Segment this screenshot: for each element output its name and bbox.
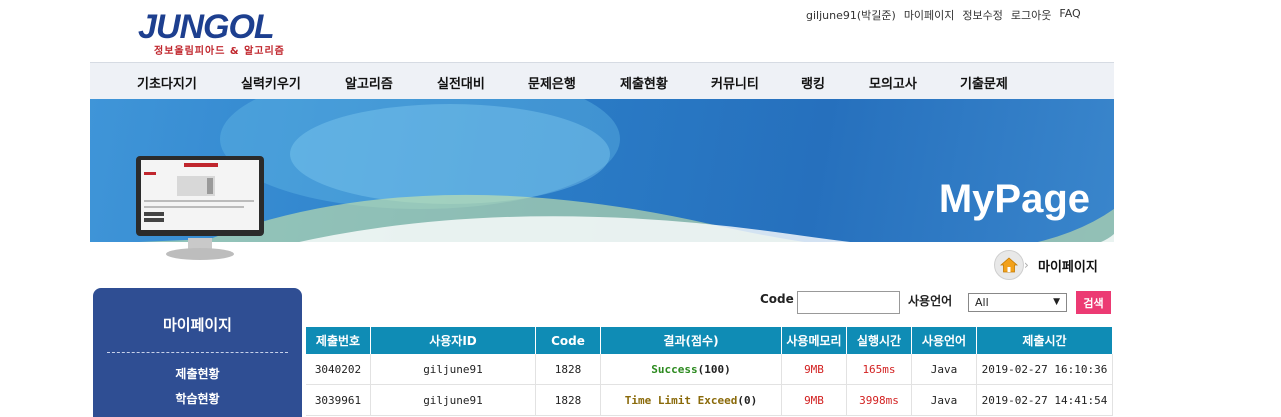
breadcrumb-current: 마이페이지 — [1038, 259, 1098, 275]
user-id[interactable]: giljune91 — [370, 384, 536, 416]
menu-algorithm[interactable]: 알고리즘 — [345, 73, 393, 92]
submission-time: 2019-02-27 14:41:54 — [976, 384, 1113, 416]
menu-basics[interactable]: 기초다지기 — [137, 73, 197, 92]
column-header: Code — [535, 327, 601, 354]
language-label: 사용언어 — [908, 294, 953, 308]
menu-practice[interactable]: 실전대비 — [437, 73, 485, 92]
language-select-value: All — [975, 296, 989, 309]
table-header-row: 제출번호 사용자ID Code 결과(점수) 사용메모리 실행시간 사용언어 제… — [306, 327, 1113, 354]
logout-link[interactable]: 로그아웃 — [1011, 7, 1051, 23]
language: Java — [911, 354, 977, 385]
problem-code[interactable]: 1828 — [535, 384, 601, 416]
search-button[interactable]: 검색 — [1076, 291, 1111, 314]
run-time: 3998ms — [846, 384, 912, 416]
user-name-link[interactable]: giljune91(박길준) — [806, 7, 896, 23]
result-score: (100) — [697, 362, 731, 376]
result-cell[interactable]: Time Limit Exceed(0) — [600, 384, 782, 416]
code-input[interactable] — [797, 291, 900, 314]
code-label: Code — [760, 292, 794, 306]
faq-link[interactable]: FAQ — [1059, 7, 1080, 23]
memory-used: 9MB — [781, 354, 847, 385]
logo-subtitle: 정보올림피아드 & 알고리즘 — [154, 46, 285, 57]
breadcrumb: › 마이페이지 — [994, 250, 1098, 280]
banner-title: MyPage — [938, 177, 1090, 221]
table-row[interactable]: 3040202 giljune91 1828 Success(100) 9MB … — [306, 354, 1113, 385]
top-navigation: giljune91(박길준) 마이페이지 정보수정 로그아웃 FAQ — [806, 7, 1081, 23]
menu-problem-bank[interactable]: 문제은행 — [528, 73, 576, 92]
submissions-table: 제출번호 사용자ID Code 결과(점수) 사용메모리 실행시간 사용언어 제… — [306, 327, 1113, 416]
sidebar: 마이페이지 제출현황 학습현황 — [93, 288, 302, 417]
edit-info-link[interactable]: 정보수정 — [962, 7, 1002, 23]
result-cell[interactable]: Success(100) — [600, 354, 782, 385]
column-header: 사용메모리 — [781, 327, 847, 354]
chevron-right-icon: › — [1024, 258, 1029, 272]
submission-id[interactable]: 3040202 — [306, 354, 371, 385]
sidebar-item-learning[interactable]: 학습현황 — [93, 390, 302, 407]
column-header: 제출시간 — [976, 327, 1113, 354]
menu-skill-up[interactable]: 실력키우기 — [241, 73, 301, 92]
run-time: 165ms — [846, 354, 912, 385]
sidebar-title: 마이페이지 — [162, 316, 232, 334]
chevron-down-icon: ▼ — [1053, 297, 1060, 307]
result-text: Time Limit Exceed — [624, 393, 738, 407]
table-row[interactable]: 3039961 giljune91 1828 Time Limit Exceed… — [306, 384, 1113, 416]
menu-mock-exam[interactable]: 모의고사 — [869, 73, 917, 92]
menu-community[interactable]: 커뮤니티 — [711, 73, 759, 92]
submission-id[interactable]: 3039961 — [306, 384, 371, 416]
main-menu: 기초다지기 실력키우기 알고리즘 실전대비 문제은행 제출현황 커뮤니티 랭킹 … — [90, 62, 1114, 101]
language-select[interactable]: All ▼ — [968, 293, 1067, 312]
memory-used: 9MB — [781, 384, 847, 416]
user-id[interactable]: giljune91 — [370, 354, 536, 385]
result-score: (0) — [737, 393, 758, 407]
column-header: 사용자ID — [370, 327, 536, 354]
menu-past-exams[interactable]: 기출문제 — [960, 73, 1008, 92]
column-header: 결과(점수) — [600, 327, 782, 354]
home-icon[interactable] — [994, 250, 1024, 280]
column-header: 사용언어 — [911, 327, 977, 354]
column-header: 제출번호 — [306, 327, 371, 354]
mypage-link[interactable]: 마이페이지 — [904, 7, 955, 23]
column-header: 실행시간 — [846, 327, 912, 354]
jungol-logo[interactable]: JUNGOL 정보올림피아드 & 알고리즘 — [138, 8, 298, 57]
submission-time: 2019-02-27 16:10:36 — [976, 354, 1113, 385]
monitor-illustration — [136, 156, 264, 260]
language: Java — [911, 384, 977, 416]
result-text: Success — [651, 362, 698, 376]
logo-wordmark: JUNGOL — [138, 8, 275, 46]
sidebar-item-submissions[interactable]: 제출현황 — [93, 365, 302, 382]
menu-submissions[interactable]: 제출현황 — [620, 73, 668, 92]
sidebar-divider — [107, 352, 288, 353]
mypage-banner: MyPage — [90, 99, 1114, 282]
menu-ranking[interactable]: 랭킹 — [801, 73, 825, 92]
problem-code[interactable]: 1828 — [535, 354, 601, 385]
